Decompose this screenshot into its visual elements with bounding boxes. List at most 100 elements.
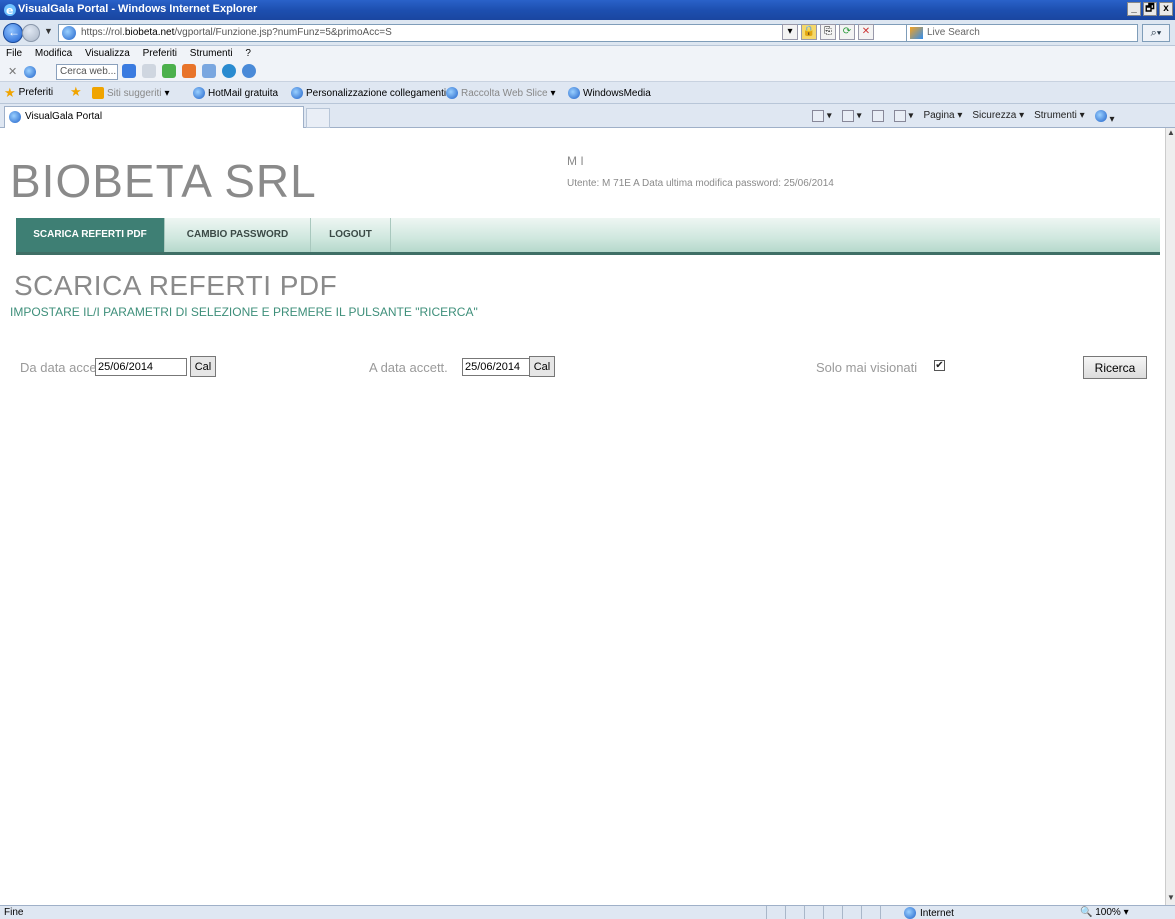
- user-details: Utente: M 71E A Data ultima modifica pas…: [567, 178, 834, 189]
- vertical-scrollbar[interactable]: ▲ ▼: [1165, 128, 1175, 905]
- ie-page-icon: [9, 111, 21, 123]
- home-button[interactable]: ▾: [812, 110, 832, 125]
- user-name: M I: [567, 154, 584, 168]
- add-icon[interactable]: [162, 64, 176, 78]
- siti-suggeriti-link[interactable]: Siti suggeriti ▾: [92, 87, 170, 99]
- nav-scarica-referti-pdf[interactable]: SCARICA REFERTI PDF: [16, 218, 165, 252]
- ricerca-button[interactable]: Ricerca: [1083, 356, 1147, 379]
- svg-text:e: e: [6, 4, 13, 17]
- status-text: Fine: [4, 907, 24, 918]
- ie-page-icon: [568, 87, 580, 99]
- pagina-menu[interactable]: Pagina ▾: [923, 110, 962, 125]
- back-button[interactable]: ←: [3, 23, 23, 43]
- hotmail-link[interactable]: HotMail gratuita: [193, 87, 278, 99]
- close-button[interactable]: x: [1159, 2, 1173, 16]
- page-icon: [62, 26, 76, 40]
- security-zone[interactable]: Internet: [904, 907, 954, 919]
- toolbar-row: ✕ Cerca web...: [0, 62, 1175, 82]
- main-nav: SCARICA REFERTI PDF CAMBIO PASSWORD LOGO…: [16, 218, 1160, 255]
- menu-visualizza[interactable]: Visualizza: [85, 48, 130, 59]
- status-cell: [785, 906, 804, 919]
- new-tab-button[interactable]: [306, 108, 330, 128]
- add-favorite-icon[interactable]: ★: [70, 85, 82, 98]
- print-button[interactable]: ▾: [893, 110, 913, 125]
- page-viewport: BIOBETA SRL M I Utente: M 71E A Data ult…: [0, 128, 1165, 905]
- window-title: VisualGala Portal - Windows Internet Exp…: [18, 3, 258, 15]
- solo-mai-visionati-checkbox[interactable]: ✔: [934, 360, 945, 371]
- solo-mai-visionati-label: Solo mai visionati: [816, 360, 918, 375]
- status-cell: [766, 906, 785, 919]
- status-cell: [880, 906, 899, 919]
- status-cell: [804, 906, 823, 919]
- arrow-left-icon: ←: [8, 25, 20, 39]
- a-data-label: A data accett.: [369, 360, 448, 375]
- globe-icon: [904, 907, 916, 919]
- scroll-down-icon[interactable]: ▼: [1166, 893, 1175, 905]
- status-cell: [842, 906, 861, 919]
- close-toolbar-icon[interactable]: ✕: [8, 65, 17, 78]
- live-icon[interactable]: [222, 64, 236, 78]
- status-bar: Fine Internet 🔍 100% ▾: [0, 905, 1175, 919]
- raccolta-web-slice-link[interactable]: Raccolta Web Slice ▾: [446, 87, 556, 99]
- home-icon: [812, 110, 824, 122]
- a-cal-button[interactable]: Cal: [529, 356, 555, 377]
- menu-file[interactable]: File: [6, 48, 22, 59]
- strumenti-menu[interactable]: Strumenti ▾: [1034, 110, 1085, 125]
- page-title: SCARICA REFERTI PDF: [14, 270, 338, 301]
- cerca-web-input[interactable]: Cerca web...: [56, 64, 118, 80]
- feed-icon: [841, 110, 854, 122]
- tab-visualgala-portal[interactable]: VisualGala Portal: [4, 106, 304, 128]
- nav-cambio-password[interactable]: CAMBIO PASSWORD: [165, 218, 311, 252]
- compatibility-icon[interactable]: ⎘: [820, 24, 836, 40]
- da-cal-button[interactable]: Cal: [190, 356, 216, 377]
- suggested-sites-icon: [92, 87, 104, 99]
- refresh-icon[interactable]: ⟳: [839, 24, 855, 40]
- address-row: ← ▼ https://rol.biobeta.net/vgportal/Fun…: [0, 20, 1175, 46]
- history-dropdown-icon[interactable]: ▼: [44, 26, 53, 36]
- search-go-icon[interactable]: [122, 64, 136, 78]
- personalizzazione-link[interactable]: Personalizzazione collegamenti: [291, 87, 446, 99]
- command-bar: ▾ ▾ ▾ Pagina ▾ Sicurezza ▾ Strumenti ▾ ▾: [812, 110, 1115, 125]
- ie-page-icon: [291, 87, 303, 99]
- address-dropdown-icon[interactable]: ▾: [782, 24, 798, 40]
- live-search-input[interactable]: Live Search: [906, 24, 1138, 42]
- status-cell: [823, 906, 842, 919]
- scroll-up-icon[interactable]: ▲: [1166, 128, 1175, 140]
- zoom-control[interactable]: 🔍 100% ▾: [1080, 907, 1129, 918]
- ie-page-icon: [446, 87, 458, 99]
- restore-button[interactable]: 🗗: [1143, 2, 1157, 16]
- menu-help[interactable]: ?: [245, 48, 251, 59]
- lock-icon[interactable]: 🔒: [801, 24, 817, 40]
- minimize-button[interactable]: _: [1127, 2, 1141, 16]
- company-brand: BIOBETA SRL: [10, 155, 317, 207]
- stop-icon[interactable]: ✕: [858, 24, 874, 40]
- help-menu[interactable]: ▾: [1094, 110, 1115, 125]
- messenger-icon[interactable]: [182, 64, 196, 78]
- menu-bar: File Modifica Visualizza Preferiti Strum…: [0, 46, 1175, 62]
- ie-logo-icon: e: [3, 3, 17, 17]
- status-cell: [861, 906, 880, 919]
- window-titlebar: e VisualGala Portal - Windows Internet E…: [0, 0, 1175, 20]
- da-data-input[interactable]: [95, 358, 187, 376]
- zoom-icon: 🔍: [1080, 907, 1093, 918]
- ie-toolbar-icon[interactable]: [24, 66, 36, 78]
- preferiti-button[interactable]: ★ Preferiti: [4, 86, 53, 99]
- feeds-button[interactable]: ▾: [841, 110, 862, 125]
- sicurezza-menu[interactable]: Sicurezza ▾: [972, 110, 1024, 125]
- menu-strumenti[interactable]: Strumenti: [190, 48, 233, 59]
- forward-button[interactable]: [22, 24, 40, 42]
- spaces-icon[interactable]: [202, 64, 216, 78]
- page-instructions: IMPOSTARE IL/I PARAMETRI DI SELEZIONE E …: [10, 305, 478, 319]
- search-button[interactable]: ⌕▾: [1142, 24, 1170, 42]
- mail-button[interactable]: [871, 110, 884, 125]
- live-search-icon: [910, 27, 923, 39]
- menu-preferiti[interactable]: Preferiti: [143, 48, 177, 59]
- nav-logout[interactable]: LOGOUT: [311, 218, 391, 252]
- menu-modifica[interactable]: Modifica: [35, 48, 72, 59]
- mail-icon[interactable]: [142, 64, 156, 78]
- ie-page-icon: [193, 87, 205, 99]
- help-icon[interactable]: [242, 64, 256, 78]
- address-bar[interactable]: https://rol.biobeta.net/vgportal/Funzion…: [58, 24, 1018, 42]
- windowsmedia-link[interactable]: WindowsMedia: [568, 87, 651, 99]
- tab-row: VisualGala Portal ▾ ▾ ▾ Pagina ▾ Sicurez…: [0, 104, 1175, 128]
